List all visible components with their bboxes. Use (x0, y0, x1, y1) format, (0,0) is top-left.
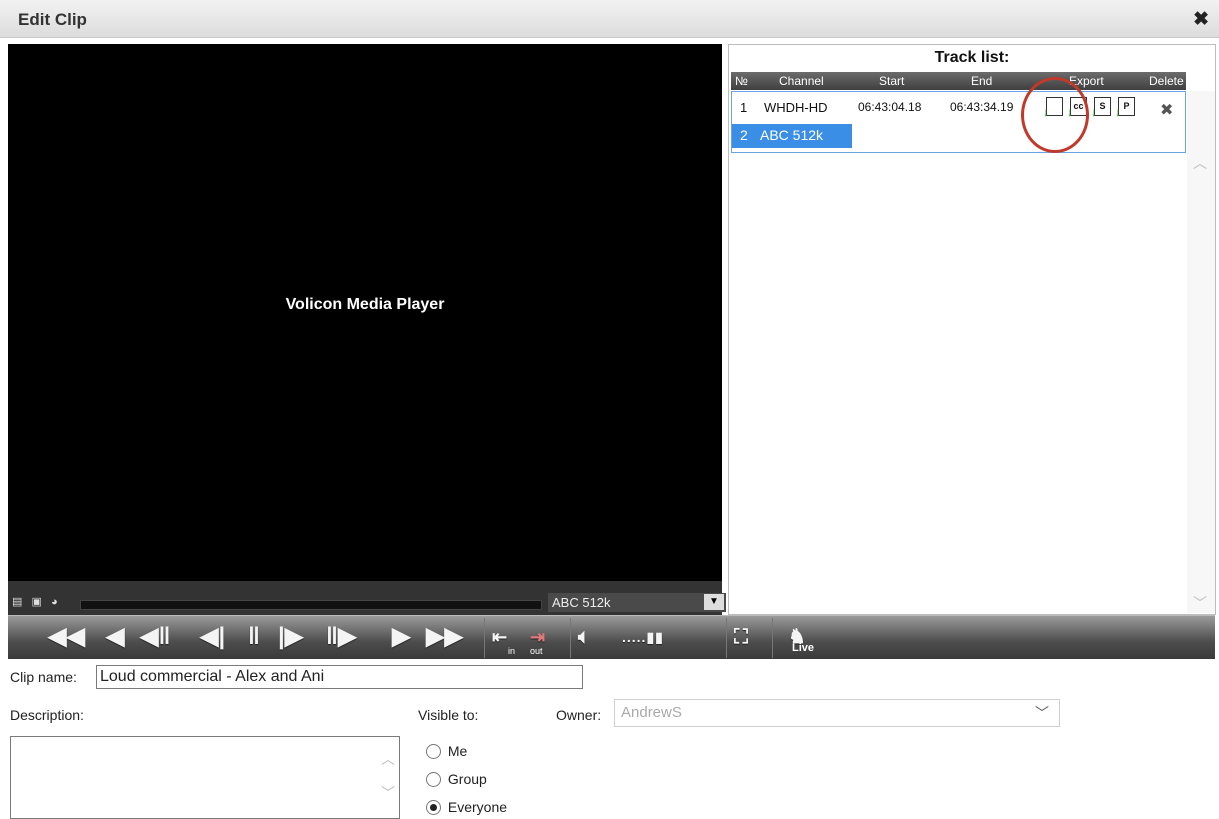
owner-label: Owner: (556, 707, 602, 723)
toolbar-divider (726, 618, 727, 658)
visible-to-label: Visible to: (418, 707, 479, 723)
table-row[interactable]: 2 ABC 512k (732, 124, 852, 148)
chevron-down-icon[interactable]: ﹀ (381, 783, 395, 803)
radio-label-me: Me (447, 743, 468, 759)
row-start: 06:43:04.18 (858, 100, 922, 114)
track-list-header: № Channel Start End Export Delete (731, 72, 1186, 90)
row-channel: WHDH-HD (764, 100, 828, 115)
column-number: № (735, 74, 748, 88)
column-channel: Channel (779, 74, 824, 88)
radio-label-everyone: Everyone (447, 799, 508, 815)
column-delete: Delete (1149, 74, 1184, 88)
chevron-down-icon[interactable]: ﹀ (1193, 593, 1207, 613)
description-textarea[interactable]: ︿ ﹀ (10, 736, 400, 819)
player-caption: Volicon Media Player (285, 296, 445, 313)
visibility-option-me[interactable]: Me (426, 743, 467, 759)
player-status-icons: ▤ ▣ ◕ (12, 595, 58, 608)
step-forward-large-button[interactable]: ǁ▶ (326, 622, 356, 652)
s-export-icon[interactable]: S (1091, 97, 1111, 121)
radio-everyone[interactable] (426, 800, 441, 815)
row-number: 1 (740, 100, 748, 115)
transport-toolbar: ◀◀ ◀ ◀ǁ ◀| ǁ |▶ ǁ▶ ▶ ▶▶ ⇤ in ⇥ out 🔈︎ ..… (8, 615, 1215, 659)
highlight-circle (1021, 77, 1089, 153)
step-back-large-button[interactable]: ◀ǁ (140, 622, 170, 652)
toolbar-divider (570, 618, 571, 658)
channel-select-value: ABC 512k (552, 595, 611, 610)
owner-select[interactable]: AndrewS ﹀ (614, 699, 1060, 727)
fullscreen-icon[interactable]: ⛶ (734, 622, 748, 652)
film-icon[interactable]: ▤ (12, 596, 22, 608)
forward-fast-button[interactable]: ▶▶ (426, 622, 463, 652)
track-list-rows: 1 WHDH-HD 06:43:04.18 06:43:34.19 cc S P… (731, 91, 1186, 153)
track-list-panel: Track list: № Channel Start End Export D… (728, 44, 1216, 615)
clip-name-input[interactable] (96, 665, 583, 689)
visibility-option-group[interactable]: Group (426, 771, 487, 787)
mark-in-button[interactable]: ⇤ (492, 622, 507, 652)
chevron-down-icon[interactable]: ▼ (704, 594, 724, 610)
row-number: 2 (740, 127, 748, 143)
rewind-button[interactable]: ◀ (106, 622, 124, 652)
seek-bar: ▤ ▣ ◕ ABC 512k ▼ (8, 581, 726, 615)
close-icon[interactable]: ✖ (1193, 8, 1209, 31)
chevron-down-icon[interactable]: ﹀ (1035, 703, 1049, 723)
live-label: Live (792, 642, 815, 654)
chevron-up-icon[interactable]: ︿ (381, 749, 395, 769)
track-list-heading: Track list: (934, 49, 1010, 66)
radio-label-group: Group (447, 771, 487, 787)
play-button[interactable]: ▶ (392, 622, 410, 652)
toolbar-divider (772, 618, 773, 658)
title-bar: Edit Clip ✖ (0, 0, 1219, 38)
p-export-icon[interactable]: P (1115, 97, 1135, 121)
column-start: Start (879, 74, 905, 88)
radio-group[interactable] (426, 772, 441, 787)
volume-slider[interactable]: .....▮▮ (622, 622, 664, 652)
table-row[interactable]: 1 WHDH-HD 06:43:04.18 06:43:34.19 cc S P… (732, 92, 1185, 124)
pause-button[interactable]: ǁ (248, 622, 260, 652)
mark-in-label: in (508, 646, 516, 656)
visibility-option-everyone[interactable]: Everyone (426, 799, 507, 815)
video-player[interactable]: Volicon Media Player (8, 44, 722, 581)
row-end: 06:43:34.19 (950, 100, 1014, 114)
track-list-scrollbar[interactable]: ︿ ﹀ (1187, 91, 1215, 613)
seek-track[interactable] (80, 600, 542, 610)
owner-value: AndrewS (621, 704, 682, 721)
window-title: Edit Clip (18, 10, 87, 29)
column-end: End (971, 74, 993, 88)
toolbar-divider (484, 618, 485, 658)
rewind-fast-button[interactable]: ◀◀ (48, 622, 85, 652)
chevron-up-icon[interactable]: ︿ (1193, 153, 1207, 173)
channel-select[interactable]: ABC 512k ▼ (548, 593, 726, 612)
step-forward-button[interactable]: |▶ (278, 622, 303, 652)
row-channel: ABC 512k (760, 127, 824, 143)
radio-me[interactable] (426, 744, 441, 759)
description-label: Description: (10, 707, 84, 723)
mark-out-label: out (530, 646, 543, 656)
delete-icon[interactable]: ✖ (1160, 100, 1173, 120)
speaker-icon[interactable]: 🔈︎ (578, 622, 590, 652)
clip-name-label: Clip name: (10, 669, 77, 685)
clock-icon[interactable]: ◕ (51, 596, 58, 608)
step-back-button[interactable]: ◀| (200, 622, 225, 652)
cc-icon[interactable]: ▣ (31, 596, 41, 608)
